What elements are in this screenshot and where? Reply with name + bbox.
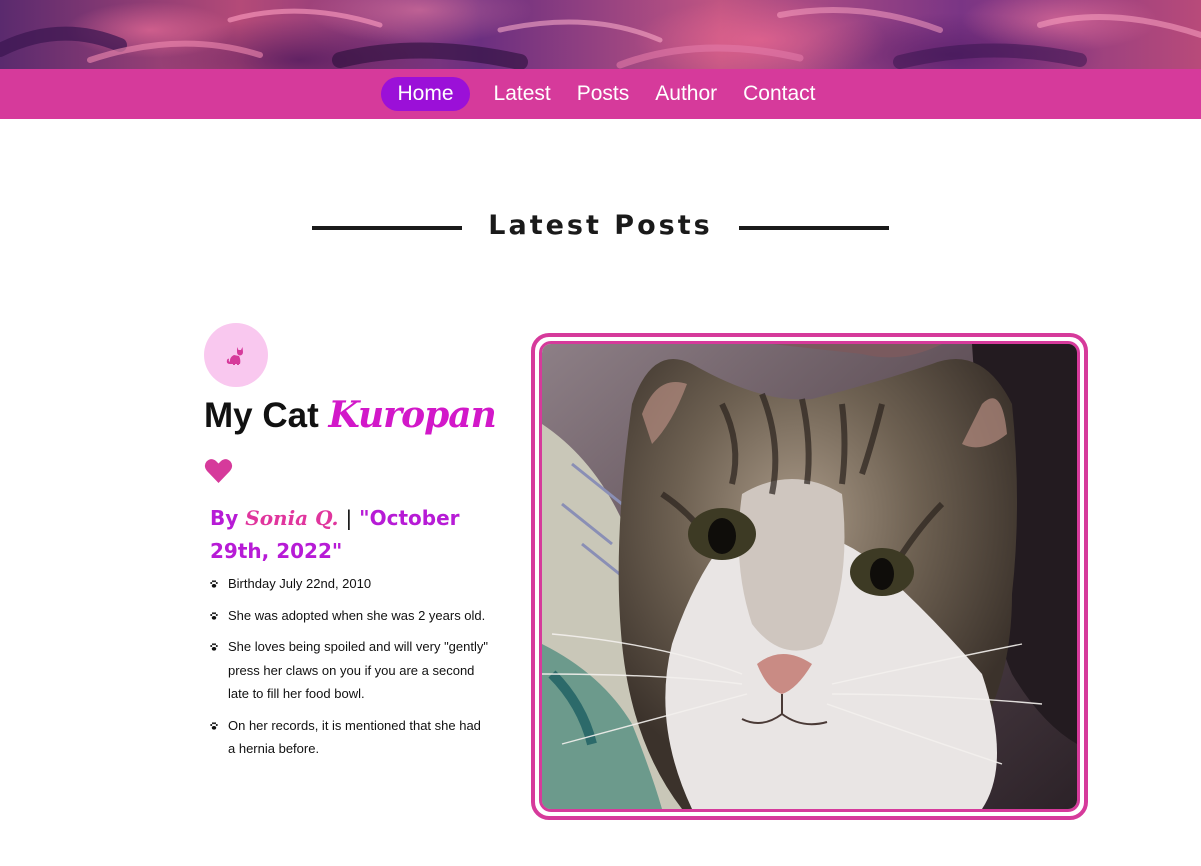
tabby-cat-photo	[542, 344, 1077, 809]
list-item: On her records, it is mentioned that she…	[210, 714, 490, 761]
heart-icon[interactable]	[204, 458, 233, 484]
cat-icon	[226, 347, 243, 365]
paw-icon	[210, 611, 218, 620]
list-item: Birthday July 22nd, 2010	[210, 572, 490, 596]
fact-text: Birthday July 22nd, 2010	[228, 576, 372, 591]
post-title: My Cat Kuropan	[204, 390, 497, 441]
paw-icon	[210, 643, 218, 651]
nav-item-home[interactable]: Home	[381, 77, 470, 111]
paw-icon	[210, 721, 218, 730]
paw-icon	[210, 580, 218, 588]
heading-rule-left	[312, 226, 463, 230]
post-byline: By Sonia Q. | "October 29th, 2022"	[210, 502, 500, 568]
post-photo	[539, 341, 1080, 812]
post-title-prefix: My Cat	[204, 396, 319, 435]
main-nav: Home Latest Posts Author Contact	[0, 69, 1201, 119]
fact-text: On her records, it is mentioned that she…	[228, 717, 481, 757]
post-title-cat-name: Kuropan	[328, 394, 496, 436]
nav-item-posts[interactable]: Posts	[565, 77, 642, 111]
heading-rule-right	[738, 226, 889, 230]
hero-banner-image	[0, 0, 1201, 69]
byline-by: By	[210, 506, 239, 530]
post-facts-list: Birthday July 22nd, 2010 She was adopted…	[210, 572, 490, 769]
post-badge	[204, 323, 268, 387]
byline-separator: |	[345, 506, 353, 530]
byline-author[interactable]: Sonia Q.	[245, 506, 338, 530]
nav-menu: Home Latest Posts Author Contact	[381, 77, 827, 111]
fact-text: She was adopted when she was 2 years old…	[228, 607, 486, 623]
nav-item-contact[interactable]: Contact	[731, 77, 827, 111]
list-item: She was adopted when she was 2 years old…	[210, 604, 490, 628]
section-title: Latest Posts	[488, 209, 713, 241]
post-photo-frame	[531, 333, 1088, 820]
list-item: She loves being spoiled and will very "g…	[210, 635, 490, 706]
nav-item-author[interactable]: Author	[643, 77, 729, 111]
section-heading: Latest Posts	[0, 205, 1201, 245]
nav-item-latest[interactable]: Latest	[482, 77, 563, 111]
fact-text: She loves being spoiled and will very "g…	[228, 639, 488, 701]
